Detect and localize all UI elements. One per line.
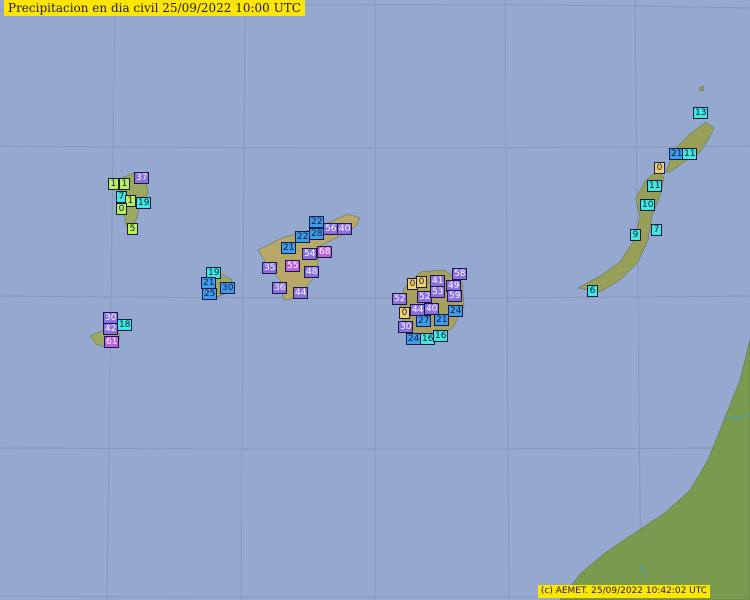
station-label: 0	[654, 162, 665, 174]
station-label: 37	[134, 172, 150, 184]
station-label: 0	[399, 307, 410, 319]
station-label: 5	[127, 223, 138, 235]
station-label: 48	[304, 266, 320, 278]
station-label: 25	[202, 288, 218, 300]
station-label: 68	[317, 246, 333, 258]
station-label: 27	[416, 315, 432, 327]
station-label: 55	[285, 260, 301, 272]
station-label: 42	[103, 323, 119, 335]
station-label: 9	[630, 229, 641, 241]
station-label: 16	[433, 330, 449, 342]
station-label: 0	[416, 276, 427, 288]
station-label: 21	[281, 242, 297, 254]
station-label: 19	[136, 197, 152, 209]
station-label: 11	[682, 148, 698, 160]
station-label: 53	[430, 286, 446, 298]
station-label: 52	[392, 293, 408, 305]
station-label: 58	[452, 268, 468, 280]
station-label: 1	[119, 178, 130, 190]
station-label: 6	[587, 285, 598, 297]
station-label: 40	[337, 223, 353, 235]
station-label: 7	[651, 224, 662, 236]
map-title: Precipitacion en dia civil 25/09/2022 10…	[4, 0, 305, 16]
station-label: 11	[647, 180, 663, 192]
station-label: 36	[272, 282, 288, 294]
station-label: 54	[302, 248, 318, 260]
station-label: 21	[434, 314, 450, 326]
station-label: 61	[104, 336, 120, 348]
station-label: 30	[220, 282, 236, 294]
copyright-credit: (c) AEMET. 25/09/2022 10:42:02 UTC	[537, 585, 710, 598]
station-label: 24	[448, 305, 464, 317]
station-label: 22	[295, 231, 311, 243]
station-label: 44	[293, 287, 309, 299]
station-label: 0	[116, 203, 127, 215]
station-label: 30	[398, 321, 414, 333]
station-label: 1	[108, 178, 119, 190]
station-label: 35	[262, 262, 278, 274]
precipitation-map[interactable]	[0, 0, 750, 600]
station-label: 10	[640, 199, 656, 211]
station-label: 59	[447, 290, 463, 302]
station-label: 18	[117, 319, 133, 331]
station-label: 13	[693, 107, 709, 119]
